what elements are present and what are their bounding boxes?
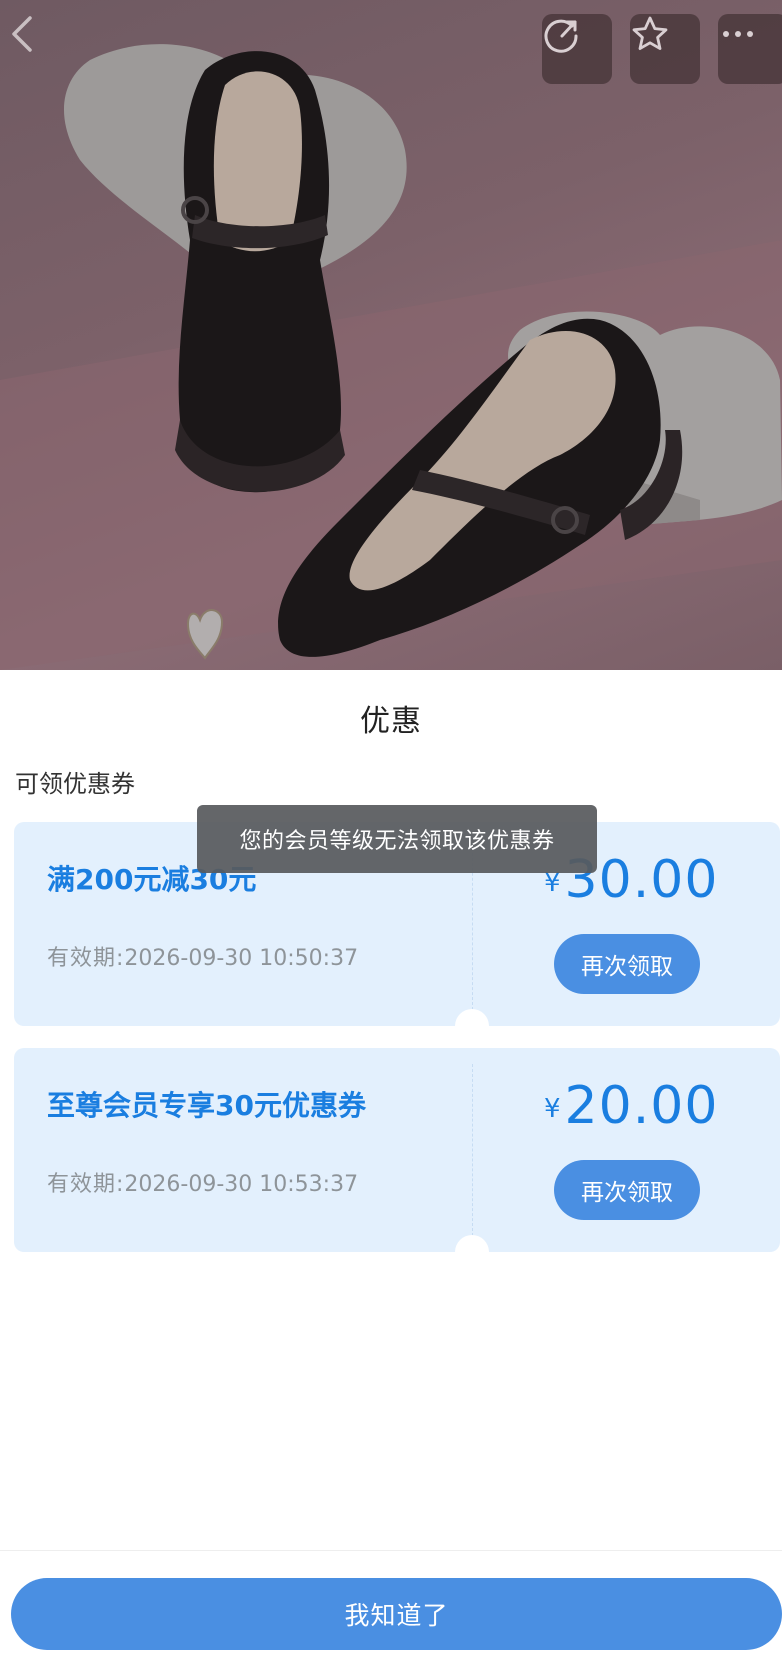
product-image xyxy=(0,0,782,670)
claim-again-button[interactable]: 再次领取 xyxy=(554,934,700,994)
section-label: 可领优惠券 xyxy=(15,770,135,798)
coupon-name: 至尊会员专享30元优惠券 xyxy=(47,1089,366,1122)
more-icon xyxy=(723,31,753,37)
star-icon xyxy=(632,16,668,50)
product-photo-illustration xyxy=(0,44,782,670)
share-button[interactable] xyxy=(542,14,612,84)
claim-again-button[interactable]: 再次领取 xyxy=(554,1160,700,1220)
coupon-divider xyxy=(472,1064,473,1236)
validity-label: 有效期: xyxy=(47,946,125,971)
favorite-button[interactable] xyxy=(630,14,700,84)
coupon-amount: ¥20.00 xyxy=(544,1076,718,1136)
amount-value: 20.00 xyxy=(564,1076,719,1136)
validity-label: 有效期: xyxy=(47,1172,125,1197)
sheet-title: 优惠 xyxy=(360,704,422,739)
coupon-page: 优惠 可领优惠券 满200元减30元 有效期:2026-09-30 10:50:… xyxy=(0,0,782,1656)
toast-message: 您的会员等级无法领取该优惠券 xyxy=(197,805,597,873)
validity-value: 2026-09-30 10:50:37 xyxy=(124,946,359,971)
back-button[interactable] xyxy=(10,14,54,66)
currency-symbol: ¥ xyxy=(544,1094,561,1124)
coupon-notch xyxy=(455,1009,489,1043)
coupon-validity: 有效期:2026-09-30 10:53:37 xyxy=(47,1166,358,1198)
coupon-card: 至尊会员专享30元优惠券 有效期:2026-09-30 10:53:37 ¥20… xyxy=(14,1048,780,1252)
share-icon xyxy=(544,19,578,53)
confirm-button[interactable]: 我知道了 xyxy=(11,1578,782,1650)
chevron-left-icon xyxy=(12,16,32,52)
coupon-validity: 有效期:2026-09-30 10:50:37 xyxy=(47,940,358,972)
validity-value: 2026-09-30 10:53:37 xyxy=(124,1172,359,1197)
coupon-notch xyxy=(455,1235,489,1269)
footer-divider xyxy=(0,1550,782,1551)
more-button[interactable] xyxy=(718,14,782,84)
